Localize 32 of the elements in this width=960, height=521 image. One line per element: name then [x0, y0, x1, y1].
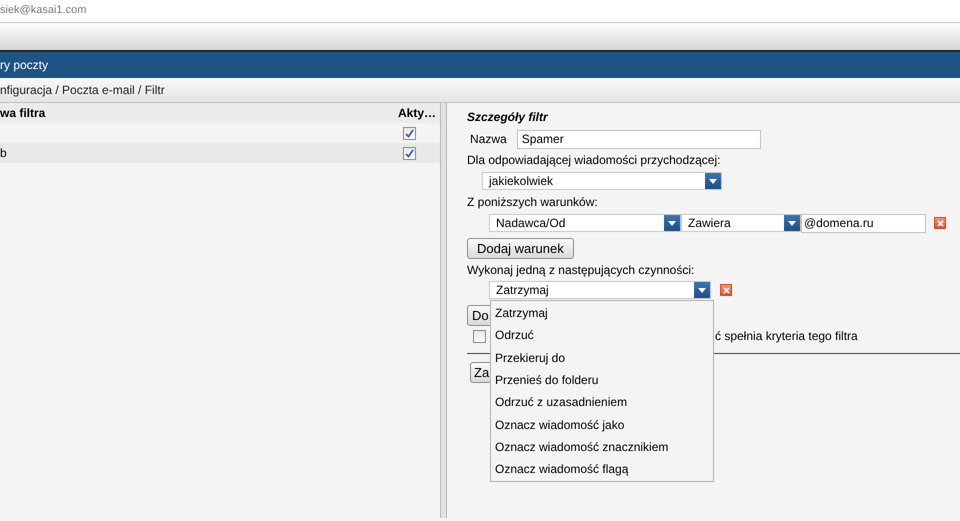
account-email: siek@kasai1.com	[0, 2, 86, 18]
menu-item[interactable]: Oznacz wiadomość flagą	[491, 458, 713, 480]
button[interactable]: Dodaj warunek	[467, 238, 574, 258]
checkbox[interactable]	[403, 146, 416, 160]
field-label: Z poniższych warunków:	[467, 194, 599, 211]
field-label: Wykonaj jedną z następujących czynności:	[467, 262, 696, 279]
breadcrumb: nfiguracja / Poczta e-mail / Filtr	[0, 82, 165, 99]
menu-item[interactable]: Przekieruj do	[491, 346, 713, 369]
delete-icon[interactable]	[934, 217, 946, 229]
column-header: Akty…	[398, 105, 438, 122]
dropdown[interactable]: Zawiera	[681, 214, 801, 232]
menu-item[interactable]: Odrzuć z uzasadnieniem	[491, 391, 713, 414]
dropdown[interactable]: jakiekolwiek	[482, 172, 722, 190]
section-title: Szczegóły filtr	[467, 109, 550, 126]
menu-item[interactable]: Zatrzymaj	[491, 302, 713, 324]
dropdown[interactable]: Nadawca/Od	[489, 214, 681, 232]
menu-item[interactable]: Oznacz wiadomość jako	[491, 413, 713, 436]
column-header: wa filtra	[0, 105, 46, 122]
checkbox-label: ć spełnia kryteria tego filtra	[715, 328, 858, 345]
checkbox[interactable]	[473, 330, 486, 342]
condition-value-field[interactable]: @domena.ru	[801, 214, 926, 232]
menu-item[interactable]: Przenieś do folderu	[491, 368, 713, 392]
dropdown[interactable]: Zatrzymaj	[489, 281, 711, 299]
menu-item[interactable]: Oznacz wiadomość znacznikiem	[491, 436, 713, 458]
window-title: ry poczty	[0, 57, 48, 74]
checkbox[interactable]	[403, 126, 416, 140]
field-label: Nazwa	[470, 131, 507, 148]
field-label: Dla odpowiadającej wiadomości przychodzącej:	[467, 152, 722, 169]
delete-icon[interactable]	[720, 284, 732, 296]
menu-item[interactable]: Odrzuć	[491, 324, 713, 347]
name-field[interactable]: Spamer	[516, 130, 761, 148]
button[interactable]: Za	[470, 362, 492, 382]
